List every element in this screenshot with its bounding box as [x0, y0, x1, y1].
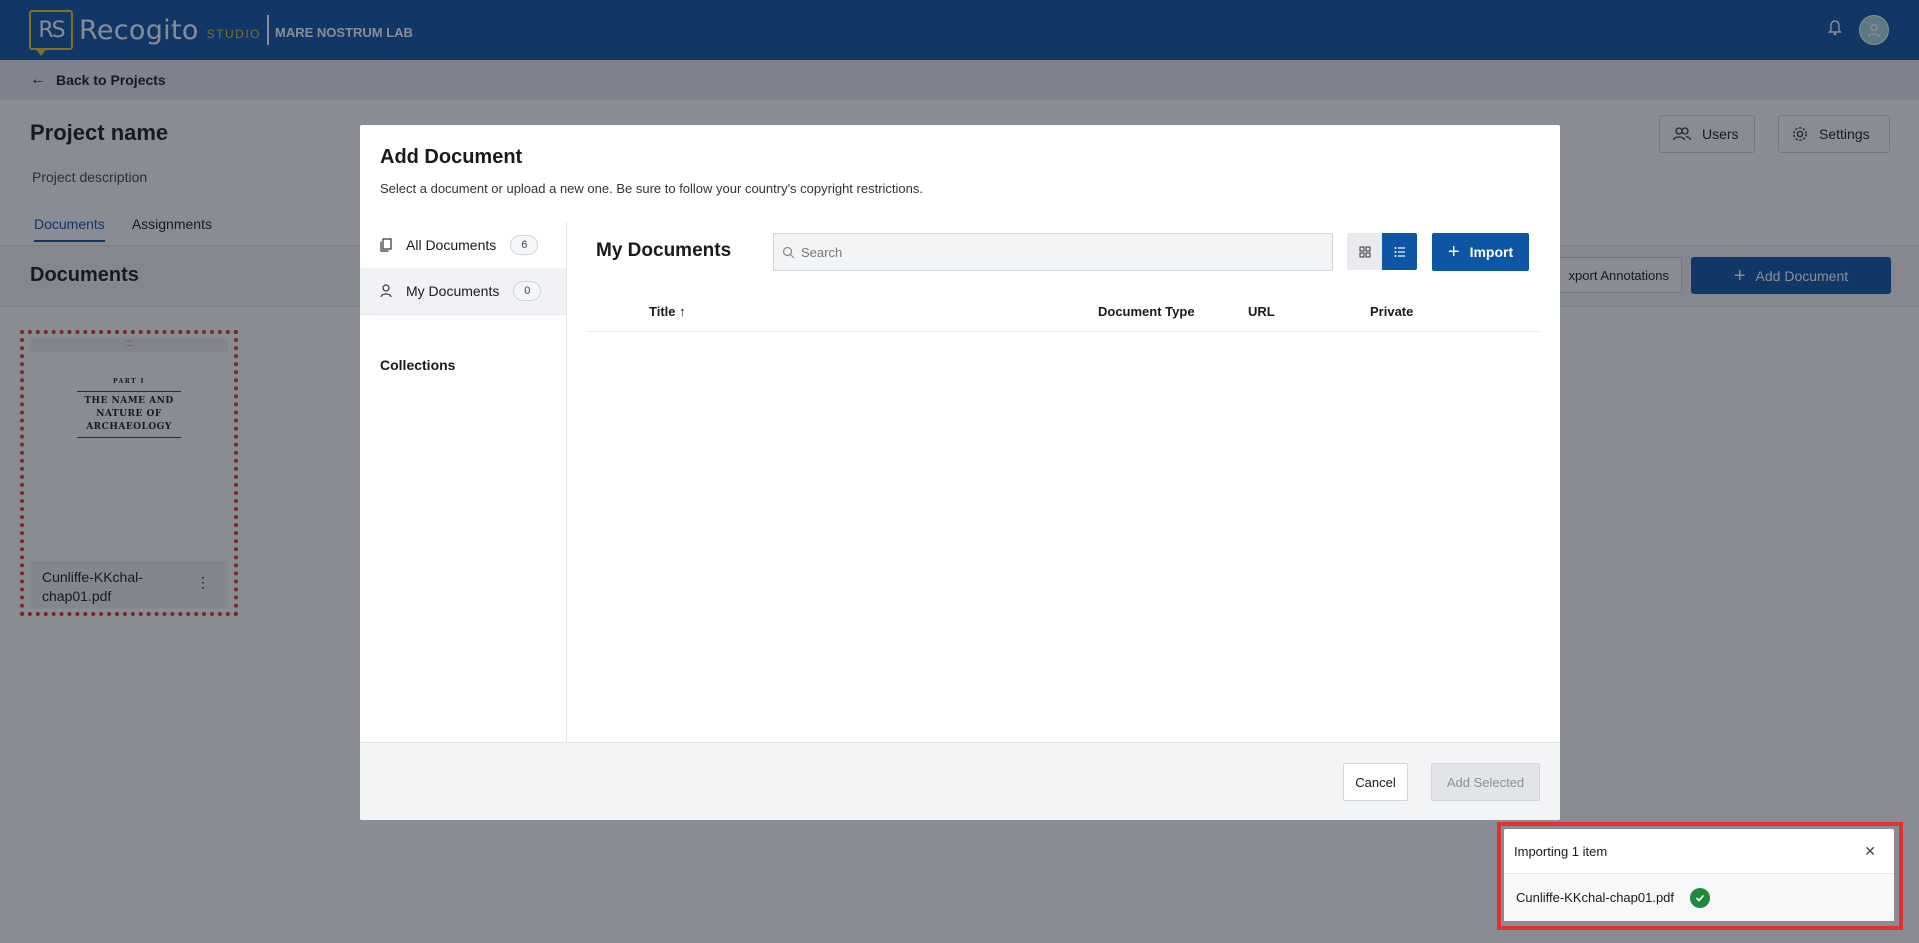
sidebar-item-label: All Documents — [406, 237, 497, 253]
dialog-sidebar: All Documents 6 My Documents 0 — [360, 222, 567, 742]
toast-filename: Cunliffe-KKchal-chap01.pdf — [1516, 890, 1675, 905]
toast-item: Cunliffe-KKchal-chap01.pdf — [1504, 874, 1894, 921]
search-placeholder: Search — [801, 244, 843, 260]
sort-ascending-icon: ↑ — [679, 304, 686, 319]
add-selected-button[interactable]: Add Selected — [1431, 763, 1540, 801]
documents-list-title: My Documents — [596, 240, 732, 261]
import-progress-toast: Importing 1 item ✕ Cunliffe-KKchal-chap0… — [1504, 829, 1894, 921]
collections-heading: Collections — [380, 357, 456, 373]
column-header-private[interactable]: Private — [1370, 304, 1413, 319]
dialog-title: Add Document — [380, 146, 523, 168]
sidebar-divider — [360, 314, 566, 315]
count-badge: 0 — [513, 281, 542, 301]
table-header-divider — [587, 331, 1539, 332]
search-input[interactable]: Search — [773, 233, 1333, 271]
column-header-url[interactable]: URL — [1248, 304, 1275, 319]
list-icon — [1394, 246, 1405, 257]
add-document-dialog: Add Document Select a document or upload… — [360, 125, 1560, 820]
column-header-document-type[interactable]: Document Type — [1098, 304, 1195, 319]
grid-view-toggle[interactable] — [1347, 233, 1382, 270]
grid-icon — [1359, 246, 1370, 257]
toast-header: Importing 1 item — [1504, 829, 1894, 874]
user-icon — [380, 284, 392, 298]
documents-icon — [380, 238, 392, 252]
count-badge: 6 — [510, 235, 539, 255]
column-header-title[interactable]: Title ↑ — [649, 304, 686, 319]
column-title-label: Title — [649, 304, 676, 319]
import-label: Import — [1469, 244, 1514, 260]
sidebar-item-my-documents[interactable]: My Documents 0 — [360, 268, 566, 314]
cancel-button[interactable]: Cancel — [1343, 763, 1408, 801]
sidebar-item-label: My Documents — [406, 283, 500, 299]
search-icon — [782, 246, 795, 258]
dialog-subtitle: Select a document or upload a new one. B… — [380, 181, 923, 196]
import-button[interactable]: + Import — [1432, 233, 1529, 271]
toast-title: Importing 1 item — [1514, 843, 1608, 859]
check-circle-icon — [1690, 887, 1711, 908]
sidebar-item-all-documents[interactable]: All Documents 6 — [360, 222, 566, 268]
plus-icon: + — [1447, 241, 1460, 263]
close-icon[interactable]: ✕ — [1864, 843, 1876, 860]
list-view-toggle[interactable] — [1382, 233, 1417, 270]
